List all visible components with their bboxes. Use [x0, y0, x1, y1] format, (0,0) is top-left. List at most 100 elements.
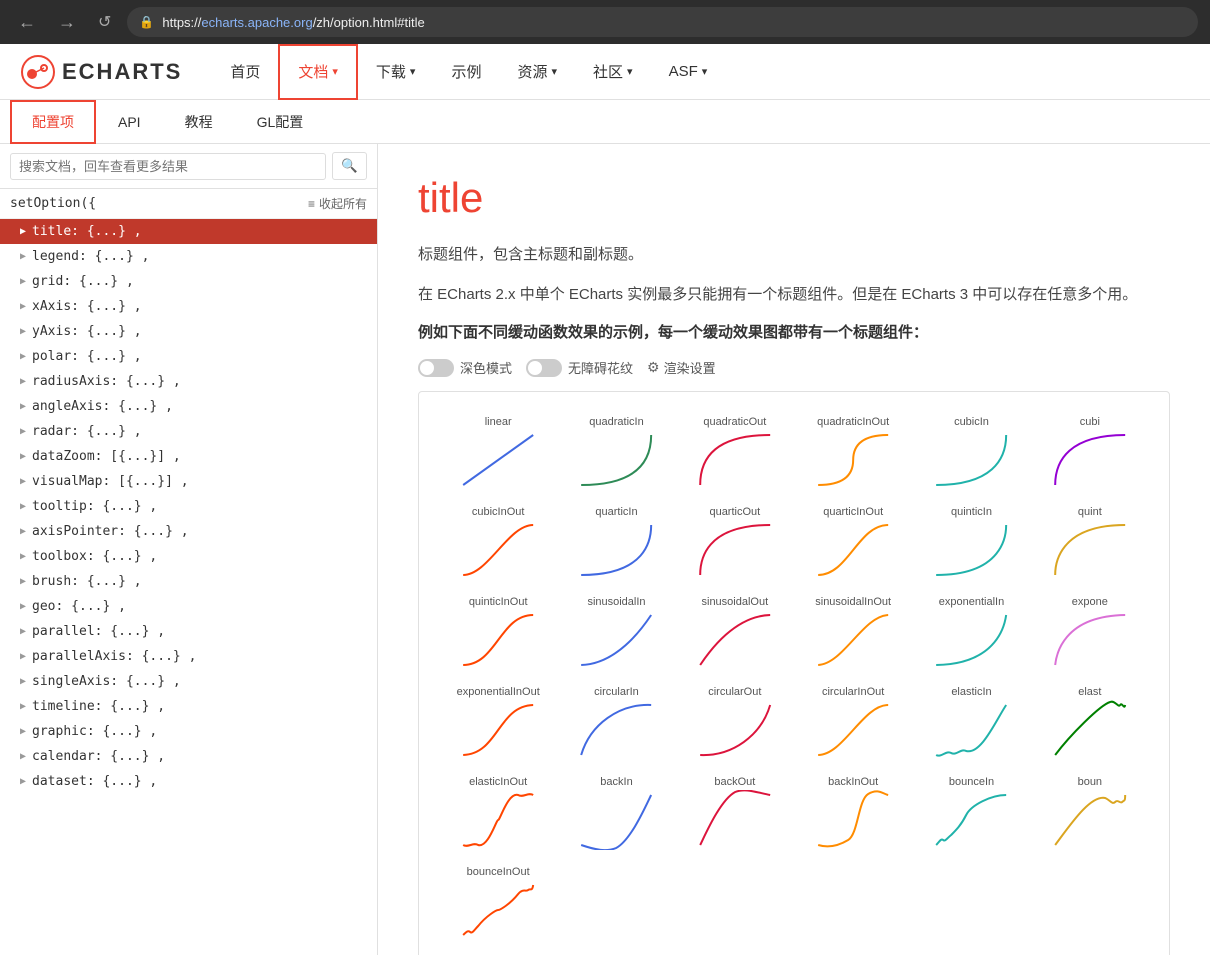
- search-input[interactable]: [10, 153, 326, 180]
- expand-arrow-icon: ▶: [20, 401, 26, 412]
- dark-mode-track[interactable]: [418, 359, 454, 377]
- expand-arrow-icon: ▶: [20, 676, 26, 687]
- tree-item-geo[interactable]: ▶ geo: {...} ,: [0, 594, 377, 619]
- tree-item-singleaxis[interactable]: ▶ singleAxis: {...} ,: [0, 669, 377, 694]
- tree-item-timeline[interactable]: ▶ timeline: {...} ,: [0, 694, 377, 719]
- tree-item-title[interactable]: ▶ title: {...} ,: [0, 219, 377, 244]
- tree-item-grid[interactable]: ▶ grid: {...} ,: [0, 269, 377, 294]
- content-description-1: 标题组件，包含主标题和副标题。: [418, 242, 1170, 268]
- tree-item-calendar[interactable]: ▶ calendar: {...} ,: [0, 744, 377, 769]
- easing-curve: [684, 700, 786, 760]
- tree-item-datazoom[interactable]: ▶ dataZoom: [{...}] ,: [0, 444, 377, 469]
- sub-nav-api[interactable]: API: [96, 100, 163, 144]
- render-settings-button[interactable]: ⚙ 渲染设置: [647, 358, 716, 377]
- search-button[interactable]: 🔍: [332, 152, 367, 180]
- url-domain: echarts.apache.org: [201, 15, 312, 30]
- easing-label: sinusoidalOut: [684, 596, 786, 608]
- expand-arrow-icon: ▶: [20, 251, 26, 262]
- easing-cell-sinusoidalIn: sinusoidalIn: [557, 592, 675, 682]
- render-settings-label: 渲染设置: [664, 358, 716, 377]
- site-logo[interactable]: ECHARTS: [20, 54, 182, 90]
- expand-arrow-icon: ▶: [20, 551, 26, 562]
- tree-item-dataset[interactable]: ▶ dataset: {...} ,: [0, 769, 377, 794]
- easing-cell-elasticIn: elasticIn: [912, 682, 1030, 772]
- easing-label: quarticIn: [565, 506, 667, 518]
- easing-curve-linear: [447, 430, 549, 490]
- easing-label: expone: [1039, 596, 1141, 608]
- url-bar[interactable]: 🔒 https://echarts.apache.org/zh/option.h…: [127, 7, 1198, 37]
- tree-item-tooltip[interactable]: ▶ tooltip: {...} ,: [0, 494, 377, 519]
- tree-item-radar[interactable]: ▶ radar: {...} ,: [0, 419, 377, 444]
- back-button[interactable]: ←: [12, 8, 42, 37]
- easing-cell-empty-3: [794, 862, 912, 952]
- expand-arrow-icon: ▶: [20, 426, 26, 437]
- easing-label: elasticInOut: [447, 776, 549, 788]
- nav-item-home[interactable]: 首页: [212, 44, 278, 100]
- easing-curve: [920, 700, 1022, 760]
- tree-item-xaxis[interactable]: ▶ xAxis: {...} ,: [0, 294, 377, 319]
- echarts-logo-icon: [20, 54, 56, 90]
- sub-nav-gl[interactable]: GL配置: [235, 100, 326, 144]
- sub-nav-tutorial[interactable]: 教程: [163, 100, 235, 144]
- easing-label: sinusoidalInOut: [802, 596, 904, 608]
- easing-curve: [802, 700, 904, 760]
- chart-controls: 深色模式 无障碍花纹 ⚙ 渲染设置: [418, 358, 1170, 377]
- easing-curve: [565, 610, 667, 670]
- expand-arrow-icon: ▶: [20, 726, 26, 737]
- easing-label: cubi: [1039, 416, 1141, 428]
- easing-cell-expone-trunc: expone: [1031, 592, 1149, 682]
- expand-arrow-icon: ▶: [20, 776, 26, 787]
- tree-item-graphic[interactable]: ▶ graphic: {...} ,: [0, 719, 377, 744]
- nav-item-docs[interactable]: 文档 ▾: [278, 44, 358, 100]
- nav-item-community[interactable]: 社区 ▾: [575, 44, 651, 100]
- docs-arrow-icon: ▾: [332, 65, 338, 78]
- tree-item-brush[interactable]: ▶ brush: {...} ,: [0, 569, 377, 594]
- collapse-all-button[interactable]: ≡ 收起所有: [308, 195, 367, 212]
- easing-curve: [447, 610, 549, 670]
- easing-label: quarticOut: [684, 506, 786, 518]
- easing-cell-quinticInOut: quinticInOut: [439, 592, 557, 682]
- easing-cell-empty-1: [557, 862, 675, 952]
- dark-mode-toggle[interactable]: 深色模式: [418, 358, 512, 377]
- easing-cell-circularIn: circularIn: [557, 682, 675, 772]
- nav-item-asf[interactable]: ASF ▾: [651, 44, 726, 100]
- sidebar-search-bar: 🔍: [0, 144, 377, 189]
- easing-cell-bounceInOut: bounceInOut: [439, 862, 557, 952]
- tree-item-radiusaxis[interactable]: ▶ radiusAxis: {...} ,: [0, 369, 377, 394]
- barrier-free-toggle[interactable]: 无障碍花纹: [526, 358, 633, 377]
- expand-arrow-icon: ▶: [20, 701, 26, 712]
- expand-arrow-icon: ▶: [20, 351, 26, 362]
- forward-button[interactable]: →: [52, 8, 82, 37]
- sub-nav-config[interactable]: 配置项: [10, 100, 96, 144]
- easing-cell-backInOut: backInOut: [794, 772, 912, 862]
- easing-chart-container: linear quadraticIn quadraticOut: [418, 391, 1170, 955]
- tree-item-yaxis[interactable]: ▶ yAxis: {...} ,: [0, 319, 377, 344]
- tree-item-parallelaxis[interactable]: ▶ parallelAxis: {...} ,: [0, 644, 377, 669]
- easing-cell-cubicInOut: cubicInOut: [439, 502, 557, 592]
- easing-cell-quadraticOut: quadraticOut: [676, 412, 794, 502]
- tree-item-parallel[interactable]: ▶ parallel: {...} ,: [0, 619, 377, 644]
- easing-label: cubicInOut: [447, 506, 549, 518]
- reload-button[interactable]: ↺: [92, 8, 117, 36]
- nav-item-download[interactable]: 下载 ▾: [358, 44, 434, 100]
- tree-item-angleaxis[interactable]: ▶ angleAxis: {...} ,: [0, 394, 377, 419]
- easing-label: exponentialIn: [920, 596, 1022, 608]
- easing-curve: [684, 520, 786, 580]
- tree-item-toolbox[interactable]: ▶ toolbox: {...} ,: [0, 544, 377, 569]
- easing-label: quinticInOut: [447, 596, 549, 608]
- easing-curve: [565, 700, 667, 760]
- easing-cell-boun-trunc: boun: [1031, 772, 1149, 862]
- tree-item-visualmap[interactable]: ▶ visualMap: [{...}] ,: [0, 469, 377, 494]
- easing-curve: [684, 610, 786, 670]
- nav-item-examples[interactable]: 示例: [433, 44, 499, 100]
- tree-item-polar[interactable]: ▶ polar: {...} ,: [0, 344, 377, 369]
- tree-item-axispointer[interactable]: ▶ axisPointer: {...} ,: [0, 519, 377, 544]
- content-description-2: 在 ECharts 2.x 中单个 ECharts 实例最多只能拥有一个标题组件…: [418, 282, 1170, 308]
- easing-curve: [565, 520, 667, 580]
- easing-label: bounceInOut: [447, 866, 549, 878]
- nav-item-resources[interactable]: 资源 ▾: [499, 44, 575, 100]
- tree-item-legend[interactable]: ▶ legend: {...} ,: [0, 244, 377, 269]
- easing-curve: [447, 700, 549, 760]
- barrier-free-track[interactable]: [526, 359, 562, 377]
- easing-curve: [1039, 700, 1141, 760]
